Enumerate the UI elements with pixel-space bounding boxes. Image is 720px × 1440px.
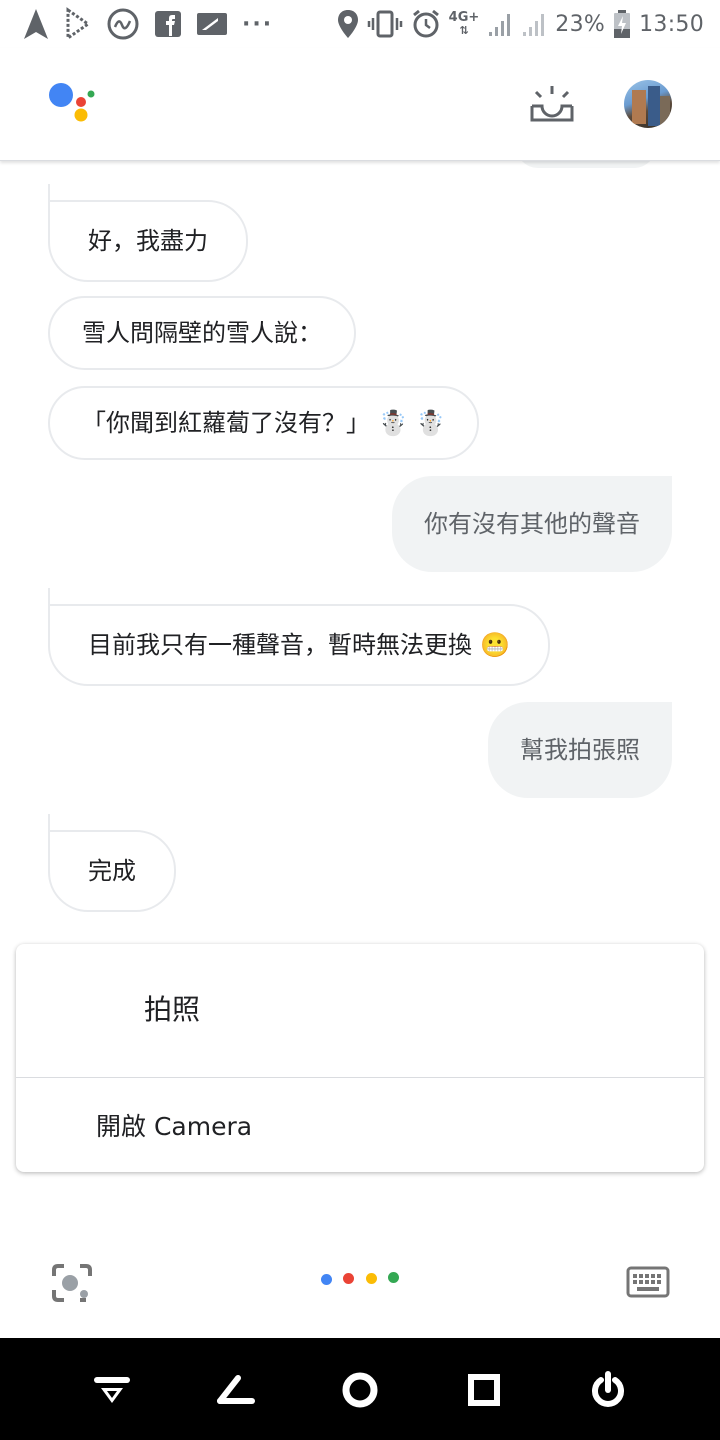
card-title: 拍照 xyxy=(144,993,201,1026)
system-nav-bar xyxy=(0,1338,720,1440)
camera-result-card: 拍照 開啟 Camera xyxy=(16,944,704,1172)
battery-charging-icon xyxy=(613,6,631,42)
home-icon[interactable] xyxy=(336,1366,384,1414)
message-text: 好，我盡力 xyxy=(88,227,208,255)
battery-percent: 23% xyxy=(555,11,606,37)
signal-icon-2 xyxy=(521,6,547,42)
signal-icon xyxy=(487,6,513,42)
overflow-indicator: ··· xyxy=(242,11,274,37)
vibrate-icon xyxy=(367,6,403,42)
notification-pull-icon[interactable] xyxy=(88,1366,136,1414)
assistant-message: 完成 xyxy=(48,830,176,912)
message-text: 雪人問隔壁的雪人說： xyxy=(82,319,322,347)
user-message: 幫我拍張照 xyxy=(488,702,672,798)
message-text: 幫我拍張照 xyxy=(520,736,640,764)
recents-icon[interactable] xyxy=(460,1366,508,1414)
navigation-icon xyxy=(22,6,50,42)
message-text: 「你聞到紅蘿蔔了沒有？」 xyxy=(82,409,370,437)
open-camera-label: 開啟 Camera xyxy=(96,1112,253,1141)
message-text: 目前我只有一種聲音，暫時無法更換 xyxy=(88,631,472,659)
status-bar: ··· 4G+ ⇅ 23% 13:50 xyxy=(0,0,720,48)
facebook-icon xyxy=(154,6,182,42)
updates-icon[interactable] xyxy=(528,84,576,124)
conversation-thread: 好，我盡力 雪人問隔壁的雪人說： 「你聞到紅蘿蔔了沒有？」 ☃️ ☃️ 你有沒有… xyxy=(0,146,720,940)
google-assistant-logo-icon xyxy=(48,82,98,126)
location-icon xyxy=(337,6,359,42)
power-icon[interactable] xyxy=(584,1366,632,1414)
account-avatar[interactable] xyxy=(624,80,672,128)
user-message: 你有沒有其他的聲音 xyxy=(392,476,672,572)
avatar-building xyxy=(660,96,670,126)
message-text: 你有沒有其他的聲音 xyxy=(424,510,640,538)
open-camera-button[interactable]: 開啟 Camera xyxy=(16,1078,704,1172)
gesture-icon xyxy=(106,6,140,42)
notification-icon xyxy=(196,6,228,42)
assistant-mic-dots[interactable] xyxy=(318,1272,404,1288)
yellow-dot xyxy=(366,1273,377,1284)
assistant-message: 好，我盡力 xyxy=(48,200,248,282)
assistant-message: 目前我只有一種聲音，暫時無法更換 😬 xyxy=(48,604,550,686)
lens-icon[interactable] xyxy=(50,1262,94,1304)
play-store-icon xyxy=(64,6,92,42)
avatar-building xyxy=(648,86,660,126)
app-bar xyxy=(0,48,720,161)
red-dot xyxy=(343,1273,354,1284)
grimace-emoji: 😬 xyxy=(480,631,510,659)
assistant-message: 雪人問隔壁的雪人說： xyxy=(48,296,356,370)
clock: 13:50 xyxy=(639,11,704,37)
network-type: 4G+ ⇅ xyxy=(448,10,480,37)
alarm-icon xyxy=(411,6,441,42)
snowman-emoji: ☃️ ☃️ xyxy=(378,409,446,437)
message-text: 完成 xyxy=(88,857,136,885)
back-icon[interactable] xyxy=(212,1366,260,1414)
assistant-message: 「你聞到紅蘿蔔了沒有？」 ☃️ ☃️ xyxy=(48,386,480,460)
green-dot xyxy=(388,1272,399,1283)
blue-dot xyxy=(321,1274,332,1285)
keyboard-icon[interactable] xyxy=(626,1266,670,1298)
avatar-building xyxy=(632,90,646,124)
